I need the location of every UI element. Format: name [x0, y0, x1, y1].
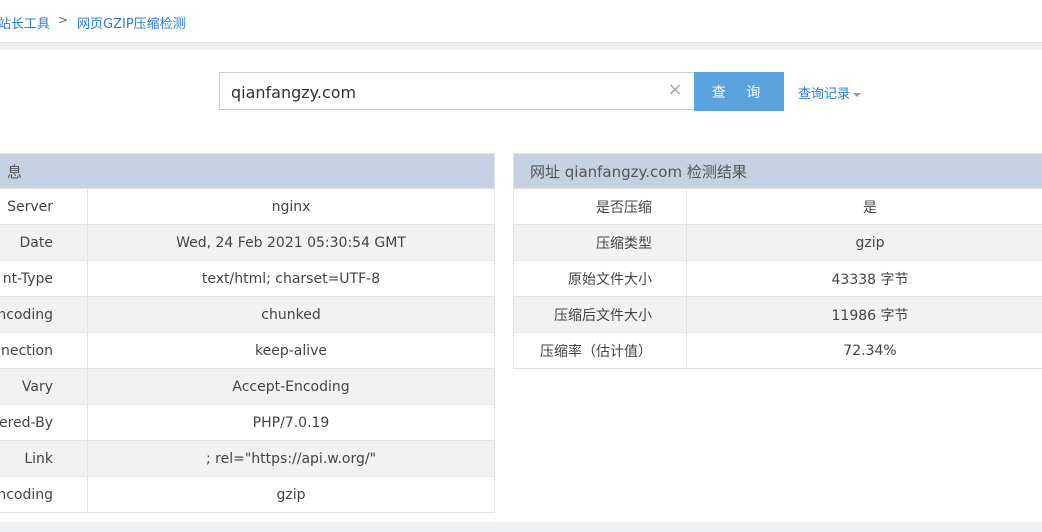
result-key: 压缩率（估计值）: [513, 332, 687, 369]
table-row: ncoding chunked: [0, 296, 496, 333]
header-key: Date: [0, 224, 88, 261]
query-history-label: 查询记录: [798, 87, 851, 102]
result-table-title: 网址 qianfangzy.com 检测结果: [513, 153, 1042, 189]
header-value: text/html; charset=UTF-8: [86, 260, 496, 297]
result-value: 72.34%: [686, 332, 1042, 369]
table-row: Date Wed, 24 Feb 2021 05:30:54 GMT: [0, 224, 496, 261]
header-value: gzip: [86, 476, 496, 513]
result-value: 11986 字节: [686, 296, 1042, 333]
header-value: chunked: [86, 296, 496, 333]
table-row: ered-By PHP/7.0.19: [0, 404, 496, 441]
header-key: nection: [0, 332, 88, 369]
header-key: ncoding: [0, 296, 88, 333]
result-key: 是否压缩: [513, 188, 687, 225]
gzip-result-table: 网址 qianfangzy.com 检测结果 是否压缩是 压缩类型 gzip 原始…: [513, 153, 1042, 369]
breadcrumb-current[interactable]: 网页GZIP压缩检测: [77, 13, 186, 32]
table-row: nt-Type text/html; charset=UTF-8: [0, 260, 496, 297]
header-key: ncoding: [0, 476, 88, 513]
table-row: Link; rel="https://api.w.org/": [0, 440, 496, 477]
header-value: Accept-Encoding: [86, 368, 496, 405]
main-panel: × 查 询 查询记录 息 Servernginx DateWed, 24 Feb…: [0, 50, 1042, 522]
table-row: 压缩率（估计值） 72.34%: [513, 332, 1042, 369]
header-key: nt-Type: [0, 260, 88, 297]
header-key: Server: [0, 188, 88, 225]
top-bar: 站长工具 > 网页GZIP压缩检测: [0, 0, 1042, 43]
table-row: 压缩后文件大小 11986 字节: [513, 296, 1042, 333]
result-value: 43338 字节: [686, 260, 1042, 297]
table-row: ncoding gzip: [0, 476, 496, 513]
table-row: 是否压缩是: [513, 188, 1042, 225]
search-button[interactable]: 查 询: [694, 72, 784, 111]
table-row: Server nginx: [0, 188, 496, 225]
breadcrumb-separator: >: [58, 13, 69, 27]
clear-icon[interactable]: ×: [666, 81, 684, 99]
header-value: keep-alive: [86, 332, 496, 369]
result-key: 压缩后文件大小: [513, 296, 687, 333]
header-value: nginx: [86, 188, 496, 225]
header-key: Link: [0, 440, 88, 477]
header-value: ; rel="https://api.w.org/": [86, 440, 496, 477]
result-value: gzip: [686, 224, 1042, 261]
table-row: nection keep-alive: [0, 332, 496, 369]
search-box: ×: [219, 72, 694, 111]
query-history-dropdown[interactable]: 查询记录: [798, 83, 862, 102]
header-value: PHP/7.0.19: [86, 404, 496, 441]
result-key: 原始文件大小: [513, 260, 687, 297]
response-headers-table: 息 Server nginx Date Wed, 24 Feb 2021 05:30…: [0, 153, 496, 513]
table-row: 压缩类型 gzip: [513, 224, 1042, 261]
headers-table-title: 息: [0, 153, 496, 189]
table-row: 原始文件大小 43338 字节: [513, 260, 1042, 297]
header-key: ered-By: [0, 404, 88, 441]
header-key: Vary: [0, 368, 88, 405]
table-row: Vary Accept-Encoding: [0, 368, 496, 405]
result-key: 压缩类型: [513, 224, 687, 261]
breadcrumb-parent-link[interactable]: 站长工具: [0, 13, 50, 32]
header-value: Wed, 24 Feb 2021 05:30:54 GMT: [86, 224, 496, 261]
search-input[interactable]: [229, 73, 663, 111]
result-value: 是: [686, 188, 1042, 225]
chevron-down-icon: [853, 92, 862, 97]
